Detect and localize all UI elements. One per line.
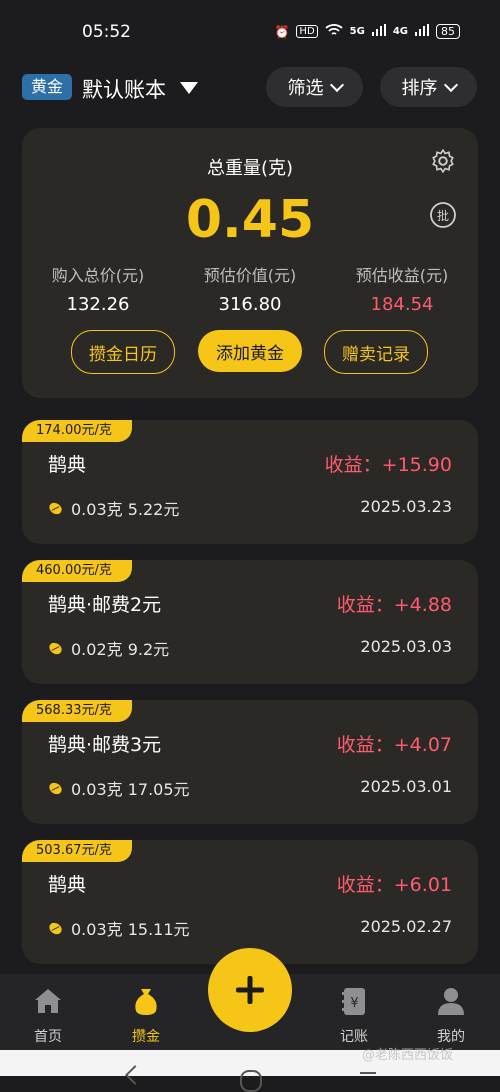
ledger-icon: ¥ bbox=[342, 988, 365, 1015]
total-weight-value: 0.45 bbox=[185, 190, 315, 250]
record-name: 鹊典·邮费3元 bbox=[48, 734, 162, 756]
gift-sell-records-button[interactable]: 赠卖记录 bbox=[324, 330, 428, 374]
record-weight-cost: 0.03克 5.22元 bbox=[71, 500, 180, 519]
bean-icon bbox=[49, 922, 62, 934]
profit-value: 184.54 bbox=[370, 294, 434, 315]
status-icons: ⏰ HD 5G 4G 85 bbox=[274, 23, 460, 40]
account-selector[interactable]: 默认账本 bbox=[82, 74, 166, 104]
bean-icon bbox=[49, 502, 62, 514]
estimate-label: 预估价值(元) bbox=[203, 266, 297, 285]
record-detail: 0.02克 9.2元 bbox=[48, 636, 169, 660]
watermark: @老陈西西饭饭 bbox=[362, 1048, 454, 1063]
chevron-down-icon bbox=[329, 77, 344, 92]
bean-icon bbox=[49, 782, 62, 794]
purchase-stat: 购入总价(元) 132.26 bbox=[22, 262, 174, 315]
record-profit: 收益：+15.90 bbox=[324, 454, 452, 476]
record-profit: 收益：+4.88 bbox=[336, 594, 452, 616]
calendar-button[interactable]: 攒金日历 bbox=[71, 330, 175, 374]
nav-ledger-label: 记账 bbox=[340, 1029, 368, 1045]
record-card[interactable]: 460.00元/克 鹊典·邮费2元 收益：+4.88 0.02克 9.2元 20… bbox=[22, 560, 478, 684]
unit-price-tag: 568.33元/克 bbox=[22, 700, 132, 722]
nav-mine-label: 我的 bbox=[437, 1029, 465, 1045]
profit-label: 预估收益(元) bbox=[355, 266, 449, 285]
batch-icon[interactable]: 批 bbox=[428, 200, 458, 230]
record-date: 2025.03.01 bbox=[360, 777, 452, 796]
record-profit: 收益：+6.01 bbox=[336, 874, 452, 896]
record-name: 鹊典·邮费2元 bbox=[48, 594, 162, 616]
filter-label: 筛选 bbox=[287, 78, 324, 99]
record-date: 2025.03.03 bbox=[360, 637, 452, 656]
battery-icon: 85 bbox=[436, 24, 460, 39]
estimate-value: 316.80 bbox=[218, 294, 282, 315]
gold-bag-icon bbox=[135, 989, 157, 1015]
unit-price-tag: 503.67元/克 bbox=[22, 840, 132, 862]
alarm-icon: ⏰ bbox=[274, 24, 290, 39]
user-icon bbox=[438, 988, 464, 1015]
purchase-value: 132.26 bbox=[66, 294, 130, 315]
add-record-button[interactable] bbox=[208, 948, 292, 1032]
home-button-icon[interactable] bbox=[240, 1070, 262, 1092]
dropdown-icon[interactable] bbox=[180, 82, 198, 94]
record-profit: 收益：+4.07 bbox=[336, 734, 452, 756]
record-name: 鹊典 bbox=[48, 454, 87, 476]
record-date: 2025.02.27 bbox=[360, 917, 452, 936]
bean-icon bbox=[49, 642, 62, 654]
record-card[interactable]: 503.67元/克 鹊典 收益：+6.01 0.03克 15.11元 2025.… bbox=[22, 840, 478, 964]
plus-icon bbox=[236, 976, 264, 1004]
status-bar: 05:52 ⏰ HD 5G 4G 85 bbox=[0, 0, 500, 64]
header: 黄金 默认账本 筛选 排序 bbox=[0, 66, 500, 110]
record-weight-cost: 0.03克 17.05元 bbox=[71, 780, 190, 799]
record-name: 鹊典 bbox=[48, 874, 87, 896]
recent-apps-icon[interactable] bbox=[360, 1072, 376, 1074]
sort-label: 排序 bbox=[401, 78, 438, 99]
filter-button[interactable]: 筛选 bbox=[266, 67, 363, 107]
home-icon bbox=[35, 989, 61, 1013]
record-card[interactable]: 568.33元/克 鹊典·邮费3元 收益：+4.07 0.03克 17.05元 … bbox=[22, 700, 478, 824]
hd-icon: HD bbox=[296, 25, 318, 38]
signal-icon: 5G bbox=[349, 26, 365, 37]
status-time: 05:52 bbox=[82, 22, 131, 42]
record-date: 2025.03.23 bbox=[360, 497, 452, 516]
record-weight-cost: 0.02克 9.2元 bbox=[71, 640, 170, 659]
signal-bars-icon bbox=[371, 24, 386, 39]
profit-stat: 预估收益(元) 184.54 bbox=[326, 262, 478, 315]
record-detail: 0.03克 5.22元 bbox=[48, 496, 179, 520]
nav-home-label: 首页 bbox=[34, 1029, 62, 1045]
record-card[interactable]: 174.00元/克 鹊典 收益：+15.90 0.03克 5.22元 2025.… bbox=[22, 420, 478, 544]
record-detail: 0.03克 15.11元 bbox=[48, 916, 190, 940]
svg-text:¥: ¥ bbox=[350, 996, 358, 1011]
add-gold-button[interactable]: 添加黄金 bbox=[198, 330, 302, 372]
category-tag[interactable]: 黄金 bbox=[22, 74, 72, 100]
nav-home[interactable]: 首页 bbox=[13, 984, 83, 1046]
estimate-stat: 预估价值(元) 316.80 bbox=[174, 262, 326, 315]
nav-ledger[interactable]: ¥ 记账 bbox=[319, 984, 389, 1046]
unit-price-tag: 460.00元/克 bbox=[22, 560, 132, 582]
total-weight-label: 总重量(克) bbox=[206, 158, 294, 179]
chevron-down-icon bbox=[443, 77, 458, 92]
svg-text:批: 批 bbox=[437, 208, 449, 223]
nav-mine[interactable]: 我的 bbox=[416, 984, 486, 1046]
record-weight-cost: 0.03克 15.11元 bbox=[71, 920, 190, 939]
back-icon[interactable] bbox=[125, 1065, 145, 1085]
summary-card: 总重量(克) 0.45 批 购入总价(元) 132.26 预估价值(元) 316… bbox=[22, 128, 478, 398]
signal-icon-2: 4G bbox=[392, 26, 408, 37]
wifi-icon bbox=[325, 23, 343, 40]
nav-save-gold-label: 攒金 bbox=[132, 1029, 160, 1045]
signal-bars-icon-2 bbox=[415, 24, 429, 39]
gear-icon[interactable] bbox=[430, 148, 456, 174]
nav-save-gold[interactable]: 攒金 bbox=[111, 984, 181, 1046]
unit-price-tag: 174.00元/克 bbox=[22, 420, 132, 442]
record-detail: 0.03克 17.05元 bbox=[48, 776, 190, 800]
purchase-label: 购入总价(元) bbox=[51, 266, 145, 285]
sort-button[interactable]: 排序 bbox=[380, 67, 477, 107]
